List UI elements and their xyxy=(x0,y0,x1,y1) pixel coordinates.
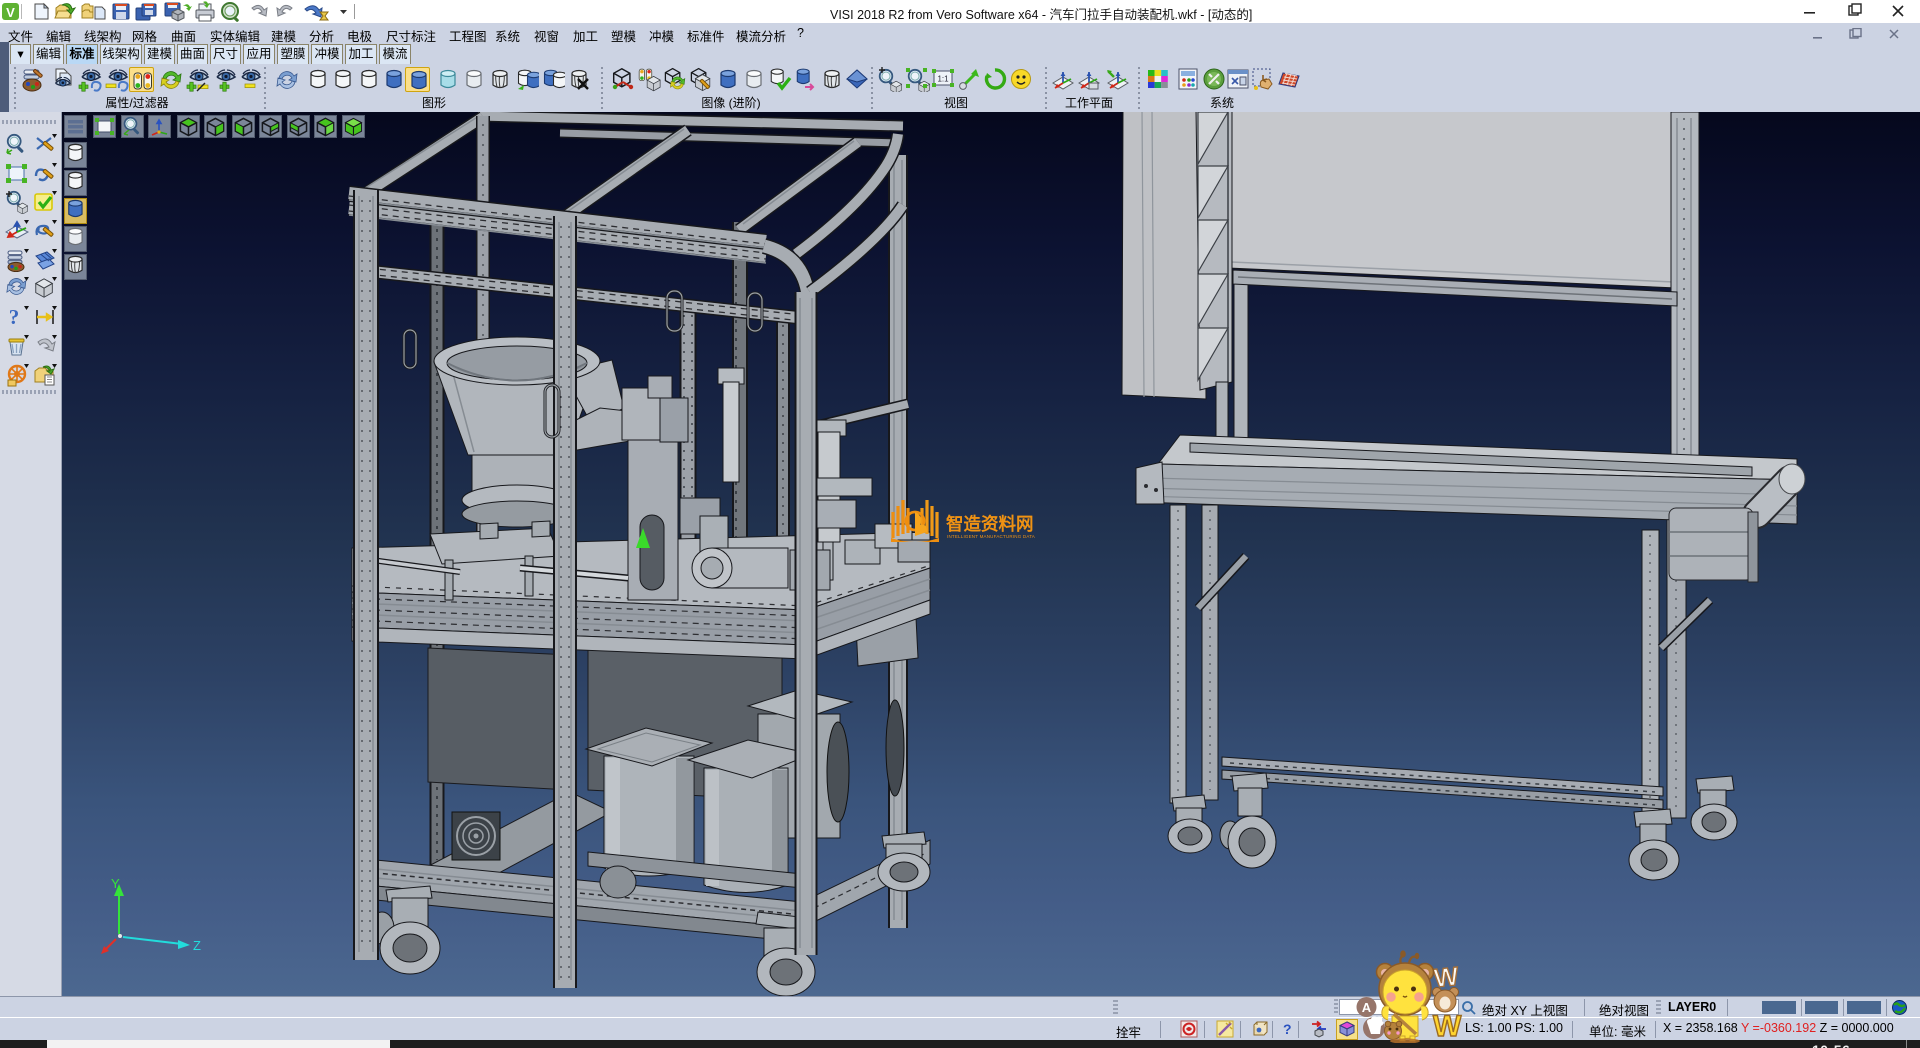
svg-text:A: A xyxy=(1362,1000,1372,1015)
svg-text:Z: Z xyxy=(193,938,201,953)
svg-text:INTELLIGENT MANUFACTURING DATA: INTELLIGENT MANUFACTURING DATA xyxy=(947,534,1035,539)
svg-text:?: ? xyxy=(9,305,20,329)
svg-text:1:1: 1:1 xyxy=(937,75,949,84)
svg-text:V: V xyxy=(6,5,15,20)
svg-text:W: W xyxy=(1433,1010,1462,1043)
svg-text:智造资料网: 智造资料网 xyxy=(946,514,1034,534)
